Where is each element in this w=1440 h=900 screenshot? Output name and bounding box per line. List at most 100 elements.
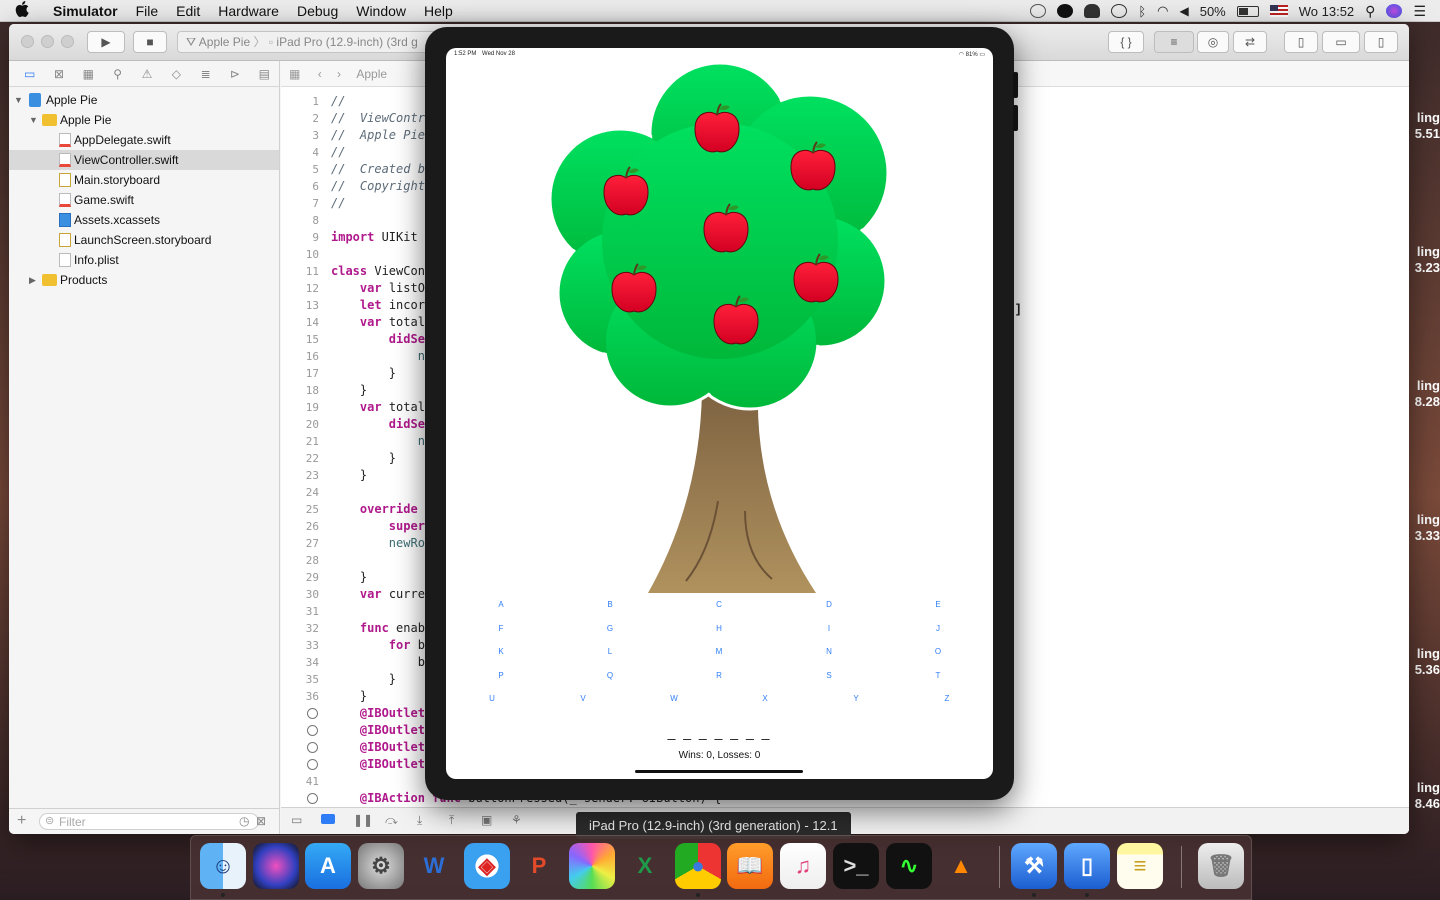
disclosure-open-icon[interactable]: ▼ <box>14 90 23 110</box>
activity-monitor-icon[interactable]: ∿ <box>886 843 932 889</box>
tree-item-group[interactable]: ▼ Apple Pie <box>9 110 279 130</box>
home-indicator[interactable] <box>635 770 803 773</box>
outlet-connection-icon[interactable] <box>307 708 318 719</box>
recent-files-icon[interactable]: ◷ <box>239 814 249 828</box>
letter-button-l[interactable]: L <box>608 647 612 656</box>
issue-icon[interactable]: ⚠ <box>132 67 161 81</box>
tree-item-file-selected[interactable]: ViewController.swift <box>9 150 279 170</box>
add-icon[interactable]: + <box>17 812 26 830</box>
letter-button-d[interactable]: D <box>826 600 832 609</box>
breakpoints-toggle-icon[interactable] <box>321 814 335 824</box>
letter-button-r[interactable]: R <box>716 671 722 680</box>
siri-menu-icon[interactable] <box>1386 4 1403 18</box>
standard-editor-button[interactable]: ≡ <box>1154 31 1194 53</box>
creative-cloud-icon[interactable] <box>1030 4 1047 18</box>
forward-icon[interactable]: › <box>337 67 341 81</box>
outlet-connection-icon[interactable] <box>307 793 318 804</box>
run-button[interactable]: ▶ <box>87 31 125 53</box>
powerpoint-icon[interactable]: P <box>516 843 562 889</box>
letter-button-h[interactable]: H <box>716 624 722 633</box>
clock[interactable]: Wo 13:52 <box>1299 4 1354 19</box>
jump-file[interactable]: Apple <box>356 67 387 81</box>
apple-menu-icon[interactable] <box>0 0 44 21</box>
letter-button-x[interactable]: X <box>762 694 767 703</box>
symbol-icon[interactable]: ▦ <box>74 67 103 81</box>
disclosure-open-icon[interactable]: ▼ <box>29 110 38 130</box>
excel-icon[interactable]: X <box>622 843 668 889</box>
letter-button-t[interactable]: T <box>936 671 941 680</box>
letter-button-a[interactable]: A <box>498 600 503 609</box>
close-window-button[interactable] <box>21 35 34 48</box>
report-icon[interactable]: ▤ <box>250 67 279 81</box>
menu-debug[interactable]: Debug <box>288 3 347 19</box>
menu-help[interactable]: Help <box>415 3 462 19</box>
letter-button-y[interactable]: Y <box>853 694 858 703</box>
stop-button[interactable]: ■ <box>133 31 167 53</box>
letter-button-c[interactable]: C <box>716 600 722 609</box>
itunes-icon[interactable]: ♫ <box>780 843 826 889</box>
notification-center-icon[interactable]: ☰ <box>1413 3 1426 20</box>
volume-up-button[interactable] <box>1013 72 1018 98</box>
letter-button-w[interactable]: W <box>670 694 678 703</box>
letter-button-b[interactable]: B <box>607 600 612 609</box>
letter-button-z[interactable]: Z <box>945 694 950 703</box>
scheme-selector[interactable]: ⛛ Apple Pie 〉 ▫ iPad Pro (12.9-inch) (3r… <box>177 31 457 53</box>
notes-icon[interactable]: ≡ <box>1117 843 1163 889</box>
outlet-connection-icon[interactable] <box>307 742 318 753</box>
library-button[interactable]: { } <box>1108 31 1144 53</box>
menu-edit[interactable]: Edit <box>167 3 209 19</box>
view-debugger-icon[interactable]: ▣ <box>481 813 492 827</box>
letter-button-s[interactable]: S <box>826 671 831 680</box>
xcode-icon[interactable]: ⚒ <box>1011 843 1057 889</box>
ibooks-icon[interactable]: 📖 <box>727 843 773 889</box>
trash-icon[interactable]: 🗑 <box>1198 843 1244 889</box>
folder-icon[interactable]: ▭ <box>15 67 44 81</box>
tree-item-file[interactable]: AppDelegate.swift <box>9 130 279 150</box>
photos-icon[interactable] <box>569 843 615 889</box>
flag-icon[interactable] <box>1269 5 1288 17</box>
word-icon[interactable]: W <box>411 843 457 889</box>
letter-button-o[interactable]: O <box>935 647 941 656</box>
menu-app-name[interactable]: Simulator <box>44 3 127 19</box>
menu-window[interactable]: Window <box>347 3 415 19</box>
volume-icon[interactable]: ◀ <box>1179 4 1188 18</box>
battery-icon[interactable] <box>1236 5 1259 17</box>
chrome-icon[interactable]: ● <box>675 843 721 889</box>
letter-button-n[interactable]: N <box>826 647 832 656</box>
letter-button-i[interactable]: I <box>828 624 830 633</box>
app-store-icon[interactable]: A <box>305 843 351 889</box>
safari-icon[interactable]: ◈ <box>464 843 510 889</box>
step-in-icon[interactable]: ⤓ <box>417 813 422 828</box>
menu-file[interactable]: File <box>127 3 168 19</box>
debug-icon[interactable]: ≣ <box>191 67 220 81</box>
tree-item-file[interactable]: LaunchScreen.storyboard <box>9 230 279 250</box>
back-icon[interactable]: ‹ <box>318 67 322 81</box>
time-machine-icon[interactable] <box>1111 4 1128 18</box>
menu-hardware[interactable]: Hardware <box>209 3 288 19</box>
dashlane-icon[interactable] <box>1057 4 1074 18</box>
version-editor-button[interactable]: ⇄ <box>1233 31 1267 53</box>
cloud-upload-icon[interactable] <box>1084 4 1101 18</box>
hide-debug-icon[interactable]: ▭ <box>291 813 302 827</box>
test-icon[interactable]: ◇ <box>162 67 191 81</box>
outlet-connection-icon[interactable] <box>307 759 318 770</box>
toggle-navigator-button[interactable]: ▯ <box>1284 31 1318 53</box>
outlet-connection-icon[interactable] <box>307 725 318 736</box>
breakpoint-icon[interactable]: ⊳ <box>220 67 249 81</box>
assistant-editor-button[interactable]: ◎ <box>1197 31 1229 53</box>
tree-item-project[interactable]: ▼ Apple Pie <box>9 90 279 110</box>
find-icon[interactable]: ⚲ <box>103 67 132 81</box>
wifi-icon[interactable]: ◠ <box>1157 3 1168 19</box>
letter-button-e[interactable]: E <box>935 600 940 609</box>
related-items-icon[interactable]: ▦ <box>289 67 300 81</box>
vlc-icon[interactable]: ▲ <box>938 843 984 889</box>
tree-item-file[interactable]: Info.plist <box>9 250 279 270</box>
letter-button-p[interactable]: P <box>498 671 503 680</box>
siri-icon[interactable] <box>253 843 299 889</box>
volume-down-button[interactable] <box>1013 105 1018 131</box>
disclosure-closed-icon[interactable]: ▶ <box>29 270 36 290</box>
finder-icon[interactable]: ☺ <box>200 843 246 889</box>
letter-button-v[interactable]: V <box>580 694 585 703</box>
source-control-icon[interactable]: ⊠ <box>44 67 73 81</box>
tree-item-file[interactable]: Assets.xcassets <box>9 210 279 230</box>
